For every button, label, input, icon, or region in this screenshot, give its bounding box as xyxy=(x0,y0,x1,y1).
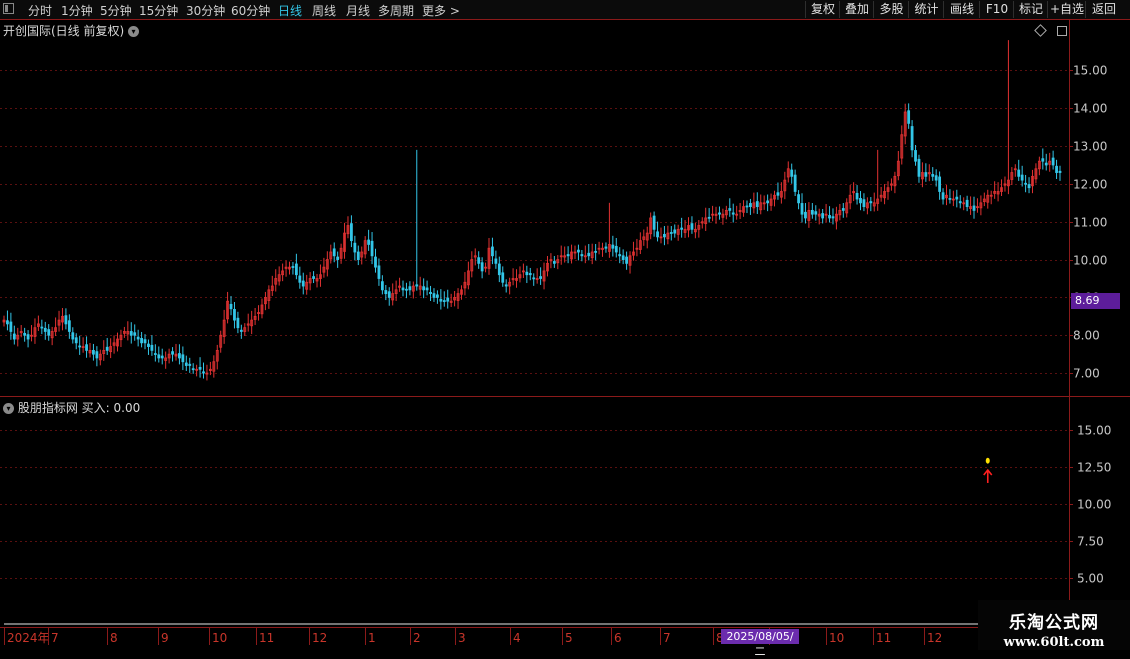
chevron-down-icon[interactable]: ▾ xyxy=(3,403,14,414)
time-tick-label: 2 xyxy=(413,631,421,645)
toolbar-button-5[interactable]: F10 xyxy=(979,1,1014,18)
sub-ytick-label: 5.00 xyxy=(1077,572,1104,586)
time-tick-label: 10 xyxy=(829,631,844,645)
panel-window-icons xyxy=(1034,23,1067,37)
window-toggle-icon[interactable] xyxy=(1056,25,1067,36)
time-tick-label: 3 xyxy=(458,631,466,645)
main-ytick-label: 12.00 xyxy=(1073,178,1107,192)
diamond-icon[interactable] xyxy=(1034,24,1047,37)
time-tick-label: 4 xyxy=(513,631,521,645)
time-tick-label: 9 xyxy=(161,631,169,645)
main-ytick-label: 13.00 xyxy=(1073,140,1107,154)
menu-icon[interactable] xyxy=(3,3,14,14)
time-tick-label: 11 xyxy=(259,631,274,645)
sub-ytick-label: 10.00 xyxy=(1077,498,1111,512)
sub-ytick-label: 7.50 xyxy=(1077,535,1104,549)
toolbar-button-2[interactable]: 多股 xyxy=(873,1,909,18)
period-tab-5[interactable]: 60分钟 xyxy=(231,2,270,19)
toolbar-button-4[interactable]: 画线 xyxy=(943,1,980,18)
period-tab-4[interactable]: 30分钟 xyxy=(186,2,225,19)
time-tick-label: 2024年 xyxy=(7,631,50,645)
period-toolbar: 分时 1分钟 5分钟 15分钟 30分钟 60分钟 日线 周线 月线 多周期 更多 > 复权 叠加 多股… xyxy=(0,0,1130,20)
time-tick-label: 7 xyxy=(663,631,671,645)
watermark-url: www.60lt.com xyxy=(1003,635,1105,650)
indicator-panel[interactable]: ▾ 股朋指标网 买入: 0.00 xyxy=(0,398,1070,626)
main-ytick-label: 11.00 xyxy=(1073,216,1107,230)
time-tick-label: 8 xyxy=(110,631,118,645)
toolbar-button-0[interactable]: 复权 xyxy=(805,1,840,18)
toolbar-button-3[interactable]: 统计 xyxy=(908,1,944,18)
main-ytick-label: 7.00 xyxy=(1073,367,1100,381)
sub-ytick-label: 12.50 xyxy=(1077,461,1111,475)
period-tab-0[interactable]: 分时 xyxy=(28,2,52,19)
period-tab-10[interactable]: 更多 > xyxy=(422,2,460,19)
main-ytick-label: 10.00 xyxy=(1073,254,1107,268)
time-tick-label: 1 xyxy=(368,631,376,645)
period-tab-9[interactable]: 多周期 xyxy=(378,2,414,19)
time-tick-label: 10 xyxy=(212,631,227,645)
current-price-badge: 8.69 xyxy=(1071,293,1120,309)
main-ytick-label: 14.00 xyxy=(1073,102,1107,116)
toolbar-button-7[interactable]: +自选 xyxy=(1047,1,1086,18)
period-tab-8[interactable]: 月线 xyxy=(346,2,370,19)
time-tick-label: 11 xyxy=(876,631,891,645)
main-ytick-label: 15.00 xyxy=(1073,64,1107,78)
chevron-down-icon[interactable]: ▾ xyxy=(128,26,140,37)
chart-title-row: 开创国际(日线 前复权) ▾ xyxy=(3,22,140,39)
time-tick-label: 12 xyxy=(927,631,942,645)
period-tab-1[interactable]: 1分钟 xyxy=(61,2,93,19)
time-tick-label: 7 xyxy=(51,631,59,645)
period-tab-3[interactable]: 15分钟 xyxy=(139,2,178,19)
period-tab-6[interactable]: 日线 xyxy=(278,2,302,19)
side-info-strip xyxy=(1121,25,1130,385)
sub-ytick-label: 15.00 xyxy=(1077,424,1111,438)
watermark-title: 乐淘公式网 xyxy=(1009,613,1099,633)
indicator-name: 股朋指标网 xyxy=(17,401,78,415)
time-tick-label: 12 xyxy=(312,631,327,645)
time-tick-label: 6 xyxy=(614,631,622,645)
indicator-value: 买入: 0.00 xyxy=(81,401,141,415)
time-tick-label: 5 xyxy=(565,631,573,645)
period-tab-2[interactable]: 5分钟 xyxy=(100,2,132,19)
toolbar-button-8[interactable]: 返回 xyxy=(1085,1,1122,18)
period-tab-7[interactable]: 周线 xyxy=(312,2,336,19)
toolbar-button-6[interactable]: 标记 xyxy=(1013,1,1048,18)
indicator-title-row: ▾ 股朋指标网 买入: 0.00 xyxy=(3,399,140,416)
stock-title: 开创国际(日线 前复权) xyxy=(3,24,125,38)
kline-panel[interactable]: 开创国际(日线 前复权) ▾ xyxy=(0,20,1070,396)
toolbar-button-1[interactable]: 叠加 xyxy=(839,1,874,18)
main-ytick-label: 8.00 xyxy=(1073,329,1100,343)
cursor-date-badge: 2025/08/05/二 xyxy=(721,629,799,658)
watermark: 乐淘公式网 www.60lt.com xyxy=(978,600,1130,650)
